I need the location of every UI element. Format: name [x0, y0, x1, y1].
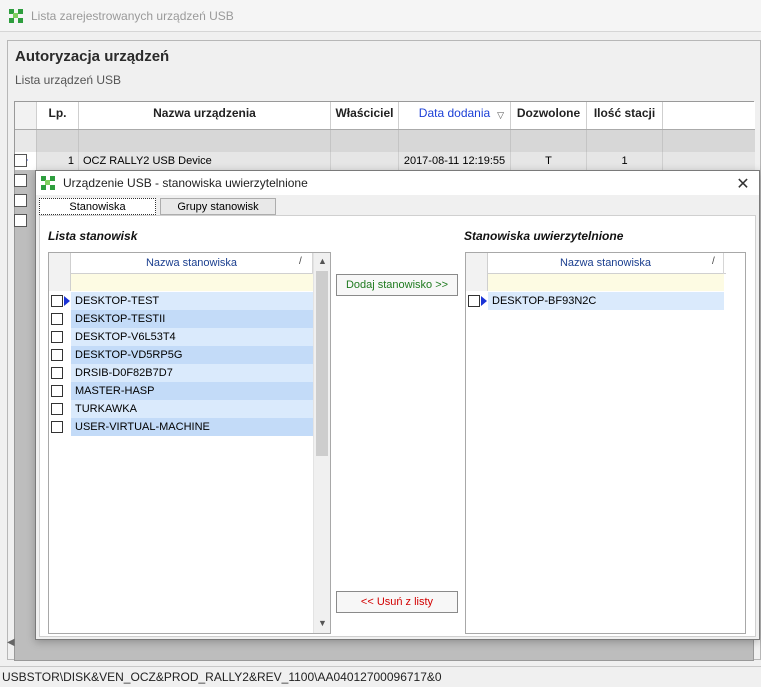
cell-owner — [331, 152, 399, 170]
list-item[interactable]: DESKTOP-V6L53T4 — [49, 328, 313, 346]
right-list-title: Stanowiska uwierzytelnione — [464, 229, 624, 243]
app-icon — [9, 8, 23, 23]
station-name: DESKTOP-V6L53T4 — [71, 328, 313, 346]
cell-date-added: 2017-08-11 12:19:55 — [399, 152, 511, 170]
list-item[interactable]: DESKTOP-VD5RP5G — [49, 346, 313, 364]
col-allowed[interactable]: Dozwolone — [511, 102, 587, 129]
col-device-name[interactable]: Nazwa urządzenia — [79, 102, 331, 129]
row-checkbox[interactable] — [14, 174, 27, 187]
stations-list[interactable]: Nazwa stanowiska / DESKTOP-TEST DESKTOP-… — [48, 252, 331, 634]
grid-filter-row[interactable] — [15, 130, 755, 152]
list-item[interactable]: DESKTOP-TESTII — [49, 310, 313, 328]
stations-list-header: Nazwa stanowiska / — [49, 253, 313, 291]
row-checkbox[interactable] — [14, 154, 27, 167]
col-owner[interactable]: Właściciel — [331, 102, 399, 129]
list-item[interactable]: USER-VIRTUAL-MACHINE — [49, 418, 313, 436]
usb-stations-dialog: Urządzenie USB - stanowiska uwierzytelni… — [35, 170, 760, 640]
cell-allowed: T — [511, 152, 587, 170]
remove-from-list-button[interactable]: << Usuń z listy — [336, 591, 458, 613]
col-authorized-station-name[interactable]: Nazwa stanowiska — [488, 253, 724, 274]
row-indicator-icon — [64, 296, 70, 306]
authorized-stations-list[interactable]: Nazwa stanowiska / DESKTOP-BF93N2C — [465, 252, 746, 634]
station-name: DESKTOP-TEST — [71, 292, 313, 310]
panel-title: Autoryzacja urządzeń — [15, 48, 170, 65]
station-name: DESKTOP-VD5RP5G — [71, 346, 313, 364]
item-checkbox[interactable] — [468, 295, 480, 307]
col-lp[interactable]: Lp. — [37, 102, 79, 129]
authorized-filter-row[interactable] — [488, 274, 724, 291]
table-row[interactable]: 1 OCZ RALLY2 USB Device 2017-08-11 12:19… — [15, 152, 755, 170]
col-station-name-label: Nazwa stanowiska — [145, 257, 238, 269]
col-authorized-station-name-label: Nazwa stanowiska — [559, 257, 652, 269]
item-checkbox[interactable] — [51, 385, 63, 397]
scroll-left-icon[interactable]: ◀ — [7, 637, 37, 651]
stations-list-scrollbar[interactable]: ▲ ▼ — [313, 253, 330, 633]
col-station-name[interactable]: Nazwa stanowiska — [71, 253, 313, 274]
sort-desc-icon: ▽ — [497, 110, 504, 120]
station-name: DRSIB-D0F82B7D7 — [71, 364, 313, 382]
item-checkbox[interactable] — [51, 331, 63, 343]
row-checkbox[interactable] — [14, 214, 27, 227]
statusbar: USBSTOR\DISK&VEN_OCZ&PROD_RALLY2&REV_110… — [0, 666, 761, 686]
item-checkbox[interactable] — [51, 367, 63, 379]
dialog-app-icon — [41, 176, 55, 190]
main-titlebar: Lista zarejestrowanych urządzeń USB — [0, 0, 761, 32]
cell-stations: 1 — [587, 152, 663, 170]
cell-lp: 1 — [37, 152, 79, 170]
close-icon[interactable]: ✕ — [735, 174, 751, 194]
station-name: DESKTOP-TESTII — [71, 310, 313, 328]
main-window-title: Lista zarejestrowanych urządzeń USB — [31, 8, 234, 23]
item-checkbox[interactable] — [51, 295, 63, 307]
col-stations[interactable]: Ilość stacji — [587, 102, 663, 129]
authorized-list-header: Nazwa stanowiska / — [466, 253, 726, 291]
chevron-up-icon[interactable]: ▲ — [314, 253, 330, 270]
sort-marker: / — [299, 256, 302, 267]
row-indicator-icon — [481, 296, 487, 306]
col-date-added-label: Data dodania — [418, 106, 491, 120]
item-checkbox[interactable] — [51, 313, 63, 325]
sort-marker: / — [712, 256, 715, 267]
col-date-added[interactable]: Data dodania ▽ — [399, 102, 511, 129]
row-checkbox[interactable] — [14, 194, 27, 207]
tab-stanowiska[interactable]: Stanowiska — [39, 198, 156, 215]
stations-filter-row[interactable] — [71, 274, 313, 291]
station-name: MASTER-HASP — [71, 382, 313, 400]
dialog-titlebar: Urządzenie USB - stanowiska uwierzytelni… — [36, 171, 759, 195]
station-name: TURKAWKA — [71, 400, 313, 418]
cell-device-name: OCZ RALLY2 USB Device — [79, 152, 331, 170]
dialog-title: Urządzenie USB - stanowiska uwierzytelni… — [63, 176, 308, 190]
list-item[interactable]: DRSIB-D0F82B7D7 — [49, 364, 313, 382]
grid-header: Lp. Nazwa urządzenia Właściciel Data dod… — [15, 102, 755, 130]
item-checkbox[interactable] — [51, 421, 63, 433]
list-item[interactable]: MASTER-HASP — [49, 382, 313, 400]
chevron-down-icon[interactable]: ▼ — [314, 615, 330, 632]
list-item[interactable]: TURKAWKA — [49, 400, 313, 418]
tab-grupy-stanowisk[interactable]: Grupy stanowisk — [160, 198, 276, 215]
tab-content: Lista stanowisk Stanowiska uwierzytelnio… — [39, 215, 756, 637]
authorized-station-name: DESKTOP-BF93N2C — [488, 292, 724, 310]
station-name: USER-VIRTUAL-MACHINE — [71, 418, 313, 436]
add-station-button[interactable]: Dodaj stanowisko >> — [336, 274, 458, 296]
item-checkbox[interactable] — [51, 403, 63, 415]
list-item[interactable]: DESKTOP-BF93N2C — [466, 292, 726, 310]
list-item[interactable]: DESKTOP-TEST — [49, 292, 313, 310]
left-list-title: Lista stanowisk — [48, 229, 138, 243]
grid-indicator-header — [15, 102, 37, 129]
item-checkbox[interactable] — [51, 349, 63, 361]
panel-subtitle: Lista urządzeń USB — [15, 73, 122, 87]
scroll-thumb[interactable] — [316, 271, 328, 456]
